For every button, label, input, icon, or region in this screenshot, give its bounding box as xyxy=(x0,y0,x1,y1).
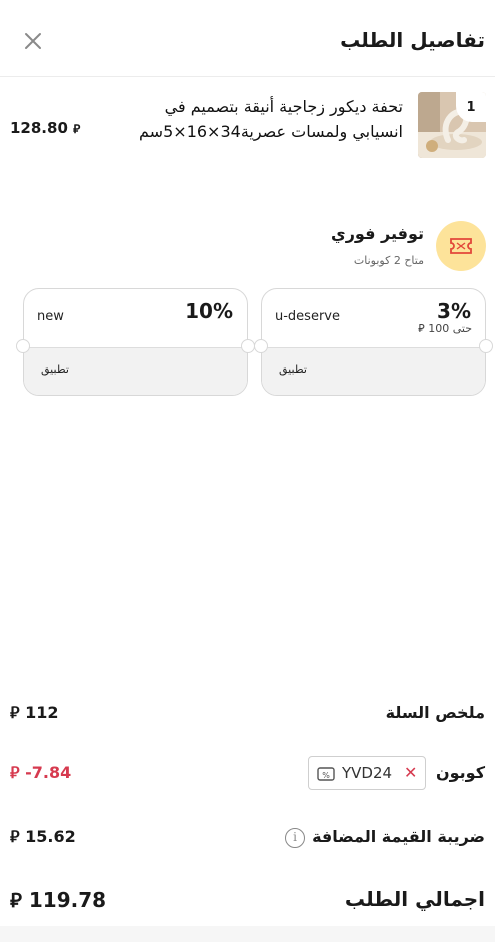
coupon-limit: حتى 100 ⃁ xyxy=(418,322,472,336)
product-price: 128.80 ⃁ xyxy=(10,119,80,137)
coupon-tag-icon: % xyxy=(317,766,335,782)
coupon-notch xyxy=(254,339,268,353)
coupon-percent: 3% xyxy=(437,299,471,323)
info-icon[interactable]: i xyxy=(285,828,305,848)
cart-summary-amount: 112 xyxy=(25,703,59,722)
coupon-notch xyxy=(479,339,493,353)
product-name: تحفة ديكور زجاجية أنيقة بتصميم في انسياب… xyxy=(139,97,403,141)
instant-saving-title: توفير فوري xyxy=(331,224,424,243)
applied-coupon-chip: % YVD24 ✕ xyxy=(308,756,426,790)
riyal-icon: ⃁ xyxy=(73,122,81,136)
coupon-percent: 10% xyxy=(185,299,233,323)
coupon-notch xyxy=(241,339,255,353)
coupon-card-u-deserve[interactable]: 3% u-deserve حتى 100 ⃁ تطبيق xyxy=(254,288,493,396)
coupon-apply-button[interactable]: تطبيق xyxy=(41,363,69,376)
close-icon[interactable] xyxy=(20,28,46,54)
coupon-notch xyxy=(16,339,30,353)
ticket-icon xyxy=(436,221,486,271)
remove-coupon-icon[interactable]: ✕ xyxy=(404,763,417,782)
coupon-body: 10% new xyxy=(24,289,247,347)
order-total-amount: 119.78 xyxy=(28,888,107,912)
coupon-footer: تطبيق xyxy=(24,347,247,395)
coupon-discount-value: ⃁ -7.84 xyxy=(10,763,71,783)
svg-text:%: % xyxy=(322,771,330,780)
coupon-footer: تطبيق xyxy=(262,347,485,395)
coupon-discount-amount: -7.84 xyxy=(25,763,72,782)
riyal-icon: ⃁ xyxy=(10,827,20,846)
coupon-code: u-deserve xyxy=(275,309,340,324)
applied-coupon-code: YVD24 xyxy=(342,764,393,782)
product-price-value: 128.80 xyxy=(10,119,68,137)
coupon-body: 3% u-deserve حتى 100 ⃁ xyxy=(262,289,485,347)
product-image: 1 xyxy=(418,92,486,158)
cart-summary-label: ملخص السلة xyxy=(385,703,485,722)
riyal-icon: ⃁ xyxy=(10,888,22,912)
cart-summary-value: ⃁ 112 xyxy=(10,703,59,723)
vat-value: ⃁ 15.62 xyxy=(10,827,76,847)
product-row[interactable]: 1 تحفة ديكور زجاجية أنيقة بتصميم في انسي… xyxy=(0,77,495,187)
riyal-icon: ⃁ xyxy=(418,322,425,335)
coupon-code: new xyxy=(37,309,64,324)
vat-amount: 15.62 xyxy=(25,827,76,846)
page-title: تفاصيل الطلب xyxy=(340,28,485,52)
riyal-icon: ⃁ xyxy=(10,703,20,722)
coupon-apply-button[interactable]: تطبيق xyxy=(279,363,307,376)
bottom-bar xyxy=(0,926,495,942)
vat-label: ضريبة القيمة المضافة xyxy=(312,827,485,846)
order-total-label: اجمالي الطلب xyxy=(344,887,485,911)
instant-saving-subtitle: متاح 2 كوبونات xyxy=(353,254,424,267)
order-total-value: ⃁ 119.78 xyxy=(10,887,106,913)
coupon-label: كوبون xyxy=(435,763,485,782)
coupon-limit-text: حتى 100 xyxy=(428,322,472,335)
quantity-badge: 1 xyxy=(456,92,486,122)
riyal-icon: ⃁ xyxy=(10,763,20,782)
header: تفاصيل الطلب xyxy=(0,0,495,77)
coupon-card-new[interactable]: 10% new تطبيق xyxy=(16,288,255,396)
